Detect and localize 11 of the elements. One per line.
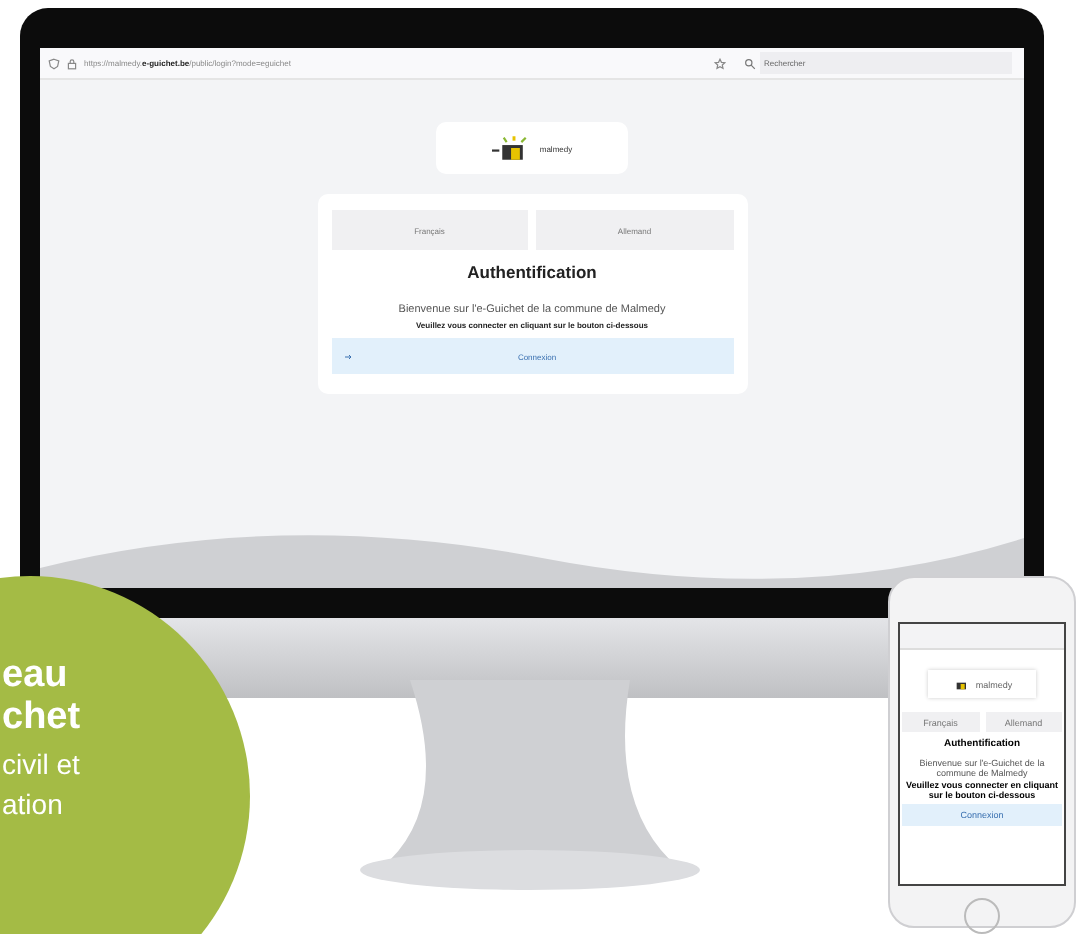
- lock-icon: [66, 57, 78, 69]
- badge-text: chet: [2, 697, 81, 740]
- badge-text: ation: [2, 787, 63, 820]
- search-icon: [744, 57, 756, 69]
- star-icon[interactable]: [714, 57, 726, 69]
- arrow-icon: [343, 351, 353, 361]
- badge-text: civil et: [2, 747, 80, 780]
- logo-icon: [951, 678, 972, 690]
- shield-icon: [48, 57, 60, 69]
- page-title: Authentification: [467, 262, 597, 282]
- badge-text: eau: [2, 656, 68, 698]
